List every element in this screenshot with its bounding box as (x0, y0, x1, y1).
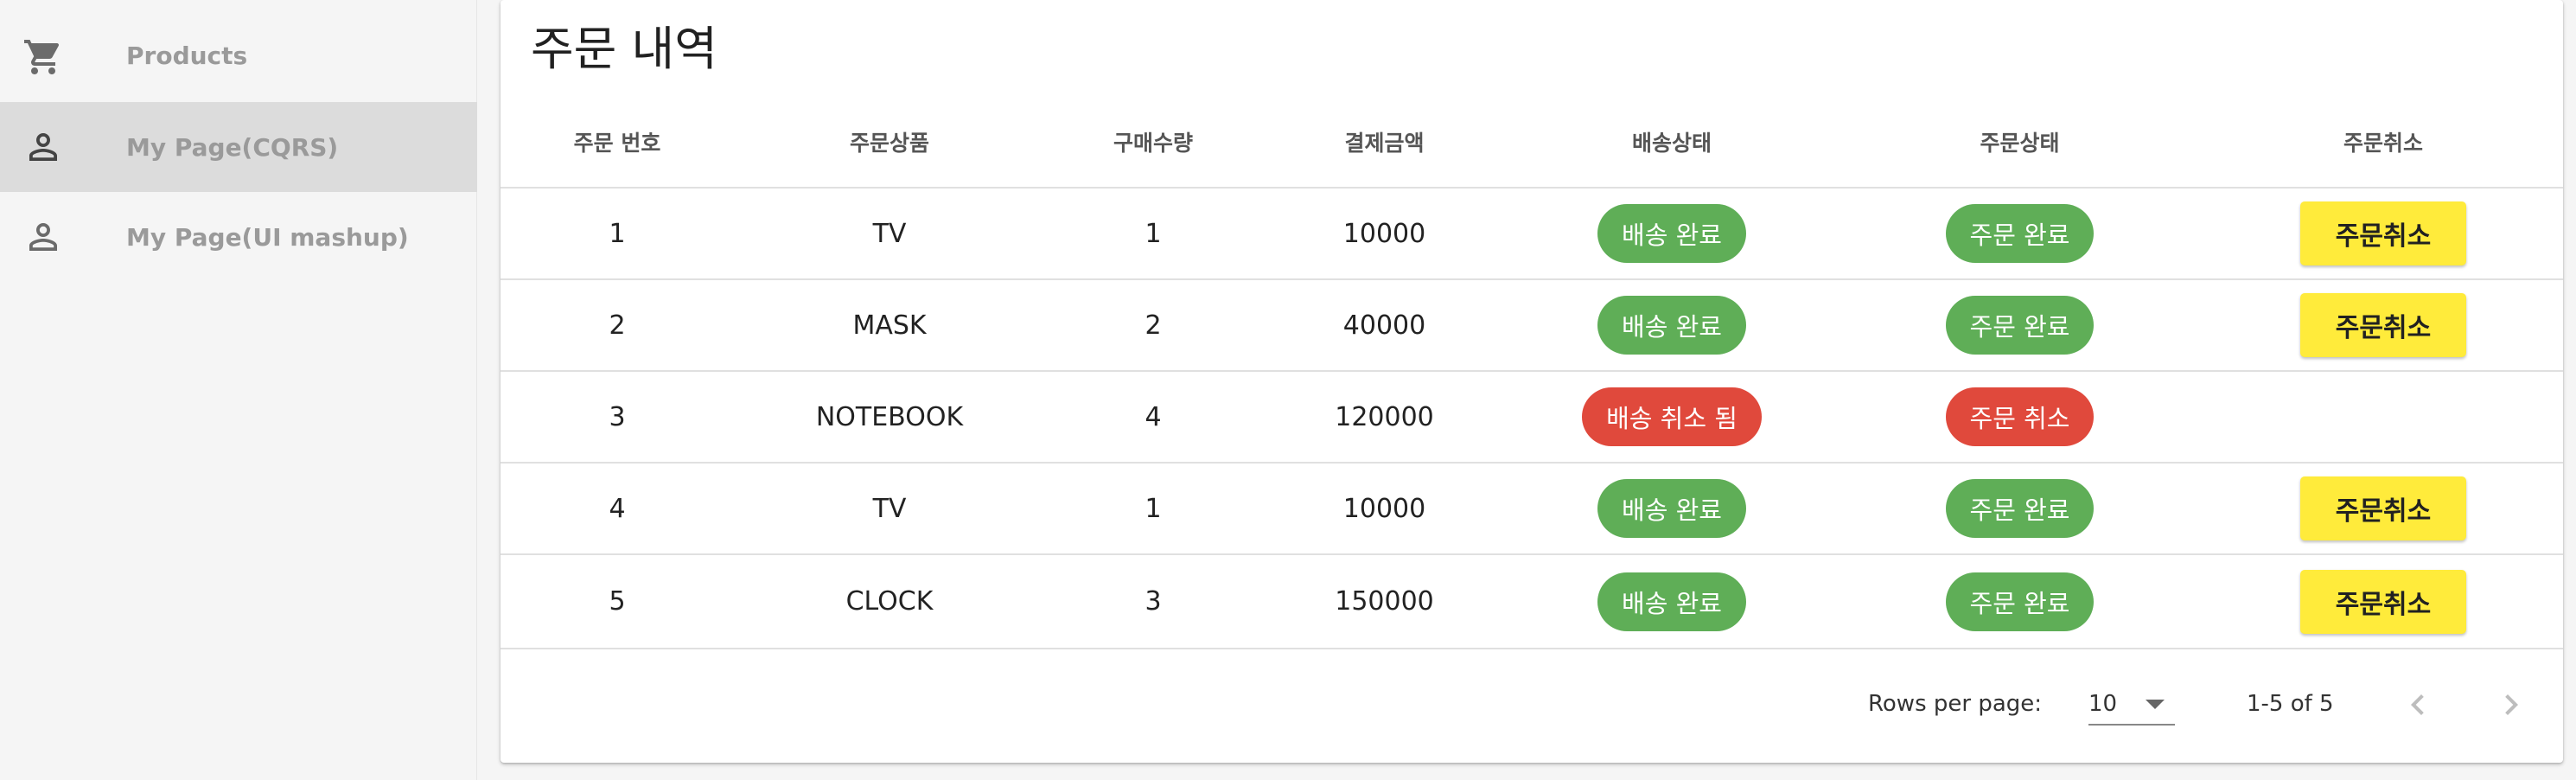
delivery-status-badge: 배송 완료 (1597, 479, 1746, 538)
table-row: 1 TV 1 10000 배송 완료 주문 완료 주문취소 (501, 189, 2563, 280)
pagination-range: 1-5 of 5 (2247, 691, 2334, 717)
order-status-badge: 주문 완료 (1945, 296, 2095, 355)
cell-quantity: 2 (1145, 310, 1162, 341)
cell-product: TV (872, 218, 907, 249)
orders-panel: 주문 내역 주문 번호 주문상품 구매수량 결제금액 배송상태 주문상태 주문취… (501, 0, 2563, 763)
delivery-status-badge: 배송 취소 됨 (1582, 387, 1762, 446)
nav-item-mypage-ui-mashup[interactable]: My Page(UI mashup) (0, 192, 477, 282)
cancel-order-button[interactable]: 주문취소 (2300, 201, 2466, 265)
delivery-status-badge: 배송 완료 (1597, 296, 1746, 355)
table-row: 3 NOTEBOOK 4 120000 배송 취소 됨 주문 취소 (501, 372, 2563, 464)
order-status-badge: 주문 완료 (1945, 204, 2095, 263)
table-row: 4 TV 1 10000 배송 완료 주문 완료 주문취소 (501, 464, 2563, 555)
column-header-product[interactable]: 주문상품 (734, 97, 1045, 187)
column-header-order-status[interactable]: 주문상태 (1836, 97, 2203, 187)
table-header-row: 주문 번호 주문상품 구매수량 결제금액 배송상태 주문상태 주문취소 (501, 97, 2563, 189)
person-icon (22, 126, 64, 168)
nav-item-products[interactable]: Products (0, 10, 477, 100)
nav-label-products: Products (126, 41, 248, 70)
cart-icon (22, 36, 64, 78)
cell-cancel: 주문취소 (2203, 464, 2563, 553)
cell-product: MASK (852, 310, 927, 341)
cell-cancel: 주문취소 (2203, 555, 2563, 648)
table-row: 2 MASK 2 40000 배송 완료 주문 완료 주문취소 (501, 280, 2563, 372)
cell-delivery-status: 배송 완료 (1508, 280, 1836, 370)
column-header-order-number[interactable]: 주문 번호 (501, 97, 734, 187)
cell-order-number: 2 (609, 310, 626, 341)
cell-product: TV (872, 493, 907, 524)
cell-order-status: 주문 취소 (1836, 372, 2203, 462)
nav-label-mypage-ui-mashup: My Page(UI mashup) (126, 222, 409, 252)
cell-quantity: 1 (1145, 218, 1162, 249)
cell-order-number: 5 (609, 586, 626, 617)
cancel-order-button[interactable]: 주문취소 (2300, 293, 2466, 357)
cancel-order-button[interactable]: 주문취소 (2300, 569, 2466, 634)
nav-item-mypage-cqrs[interactable]: My Page(CQRS) (0, 102, 477, 192)
page-title: 주문 내역 (531, 22, 717, 76)
cell-quantity: 3 (1145, 586, 1162, 617)
dropdown-arrow-icon (2146, 700, 2165, 709)
column-header-quantity[interactable]: 구매수량 (1045, 97, 1261, 187)
column-header-amount[interactable]: 결제금액 (1261, 97, 1508, 187)
cell-amount: 10000 (1342, 218, 1426, 249)
cell-amount: 120000 (1335, 401, 1434, 432)
cell-order-status: 주문 완료 (1836, 555, 2203, 648)
cell-product: CLOCK (845, 586, 934, 617)
cell-delivery-status: 배송 완료 (1508, 464, 1836, 553)
rows-per-page-select[interactable]: 10 (2088, 681, 2175, 726)
cell-order-number: 4 (609, 493, 626, 524)
cell-delivery-status: 배송 완료 (1508, 189, 1836, 278)
cell-delivery-status: 배송 완료 (1508, 555, 1836, 648)
order-status-badge: 주문 완료 (1945, 572, 2095, 631)
cell-delivery-status: 배송 취소 됨 (1508, 372, 1836, 462)
cell-quantity: 4 (1145, 401, 1162, 432)
cell-order-status: 주문 완료 (1836, 464, 2203, 553)
cell-order-number: 1 (609, 218, 626, 249)
next-page-icon[interactable] (2490, 684, 2532, 726)
cell-quantity: 1 (1145, 493, 1162, 524)
cell-amount: 150000 (1335, 586, 1434, 617)
column-header-delivery-status[interactable]: 배송상태 (1508, 97, 1836, 187)
cell-amount: 40000 (1342, 310, 1426, 341)
table-row: 5 CLOCK 3 150000 배송 완료 주문 완료 주문취소 (501, 555, 2563, 649)
previous-page-icon[interactable] (2397, 684, 2439, 726)
cell-cancel-empty (2203, 372, 2563, 462)
rows-per-page-value: 10 (2088, 691, 2118, 717)
rows-per-page-label: Rows per page: (1868, 691, 2043, 717)
order-status-badge: 주문 취소 (1945, 387, 2095, 446)
column-header-cancel[interactable]: 주문취소 (2203, 97, 2563, 187)
cell-order-status: 주문 완료 (1836, 280, 2203, 370)
delivery-status-badge: 배송 완료 (1597, 204, 1746, 263)
cell-product: NOTEBOOK (815, 401, 964, 432)
cell-cancel: 주문취소 (2203, 189, 2563, 278)
nav-label-mypage-cqrs: My Page(CQRS) (126, 132, 339, 162)
cell-order-number: 3 (609, 401, 626, 432)
table-pagination: Rows per page: 10 1-5 of 5 (501, 649, 2563, 761)
cancel-order-button[interactable]: 주문취소 (2300, 476, 2466, 540)
person-icon (22, 216, 64, 258)
cell-amount: 10000 (1342, 493, 1426, 524)
order-status-badge: 주문 완료 (1945, 479, 2095, 538)
cell-cancel: 주문취소 (2203, 280, 2563, 370)
delivery-status-badge: 배송 완료 (1597, 572, 1746, 631)
sidebar: Products My Page(CQRS) My Page(UI mashup… (0, 0, 477, 780)
cell-order-status: 주문 완료 (1836, 189, 2203, 278)
